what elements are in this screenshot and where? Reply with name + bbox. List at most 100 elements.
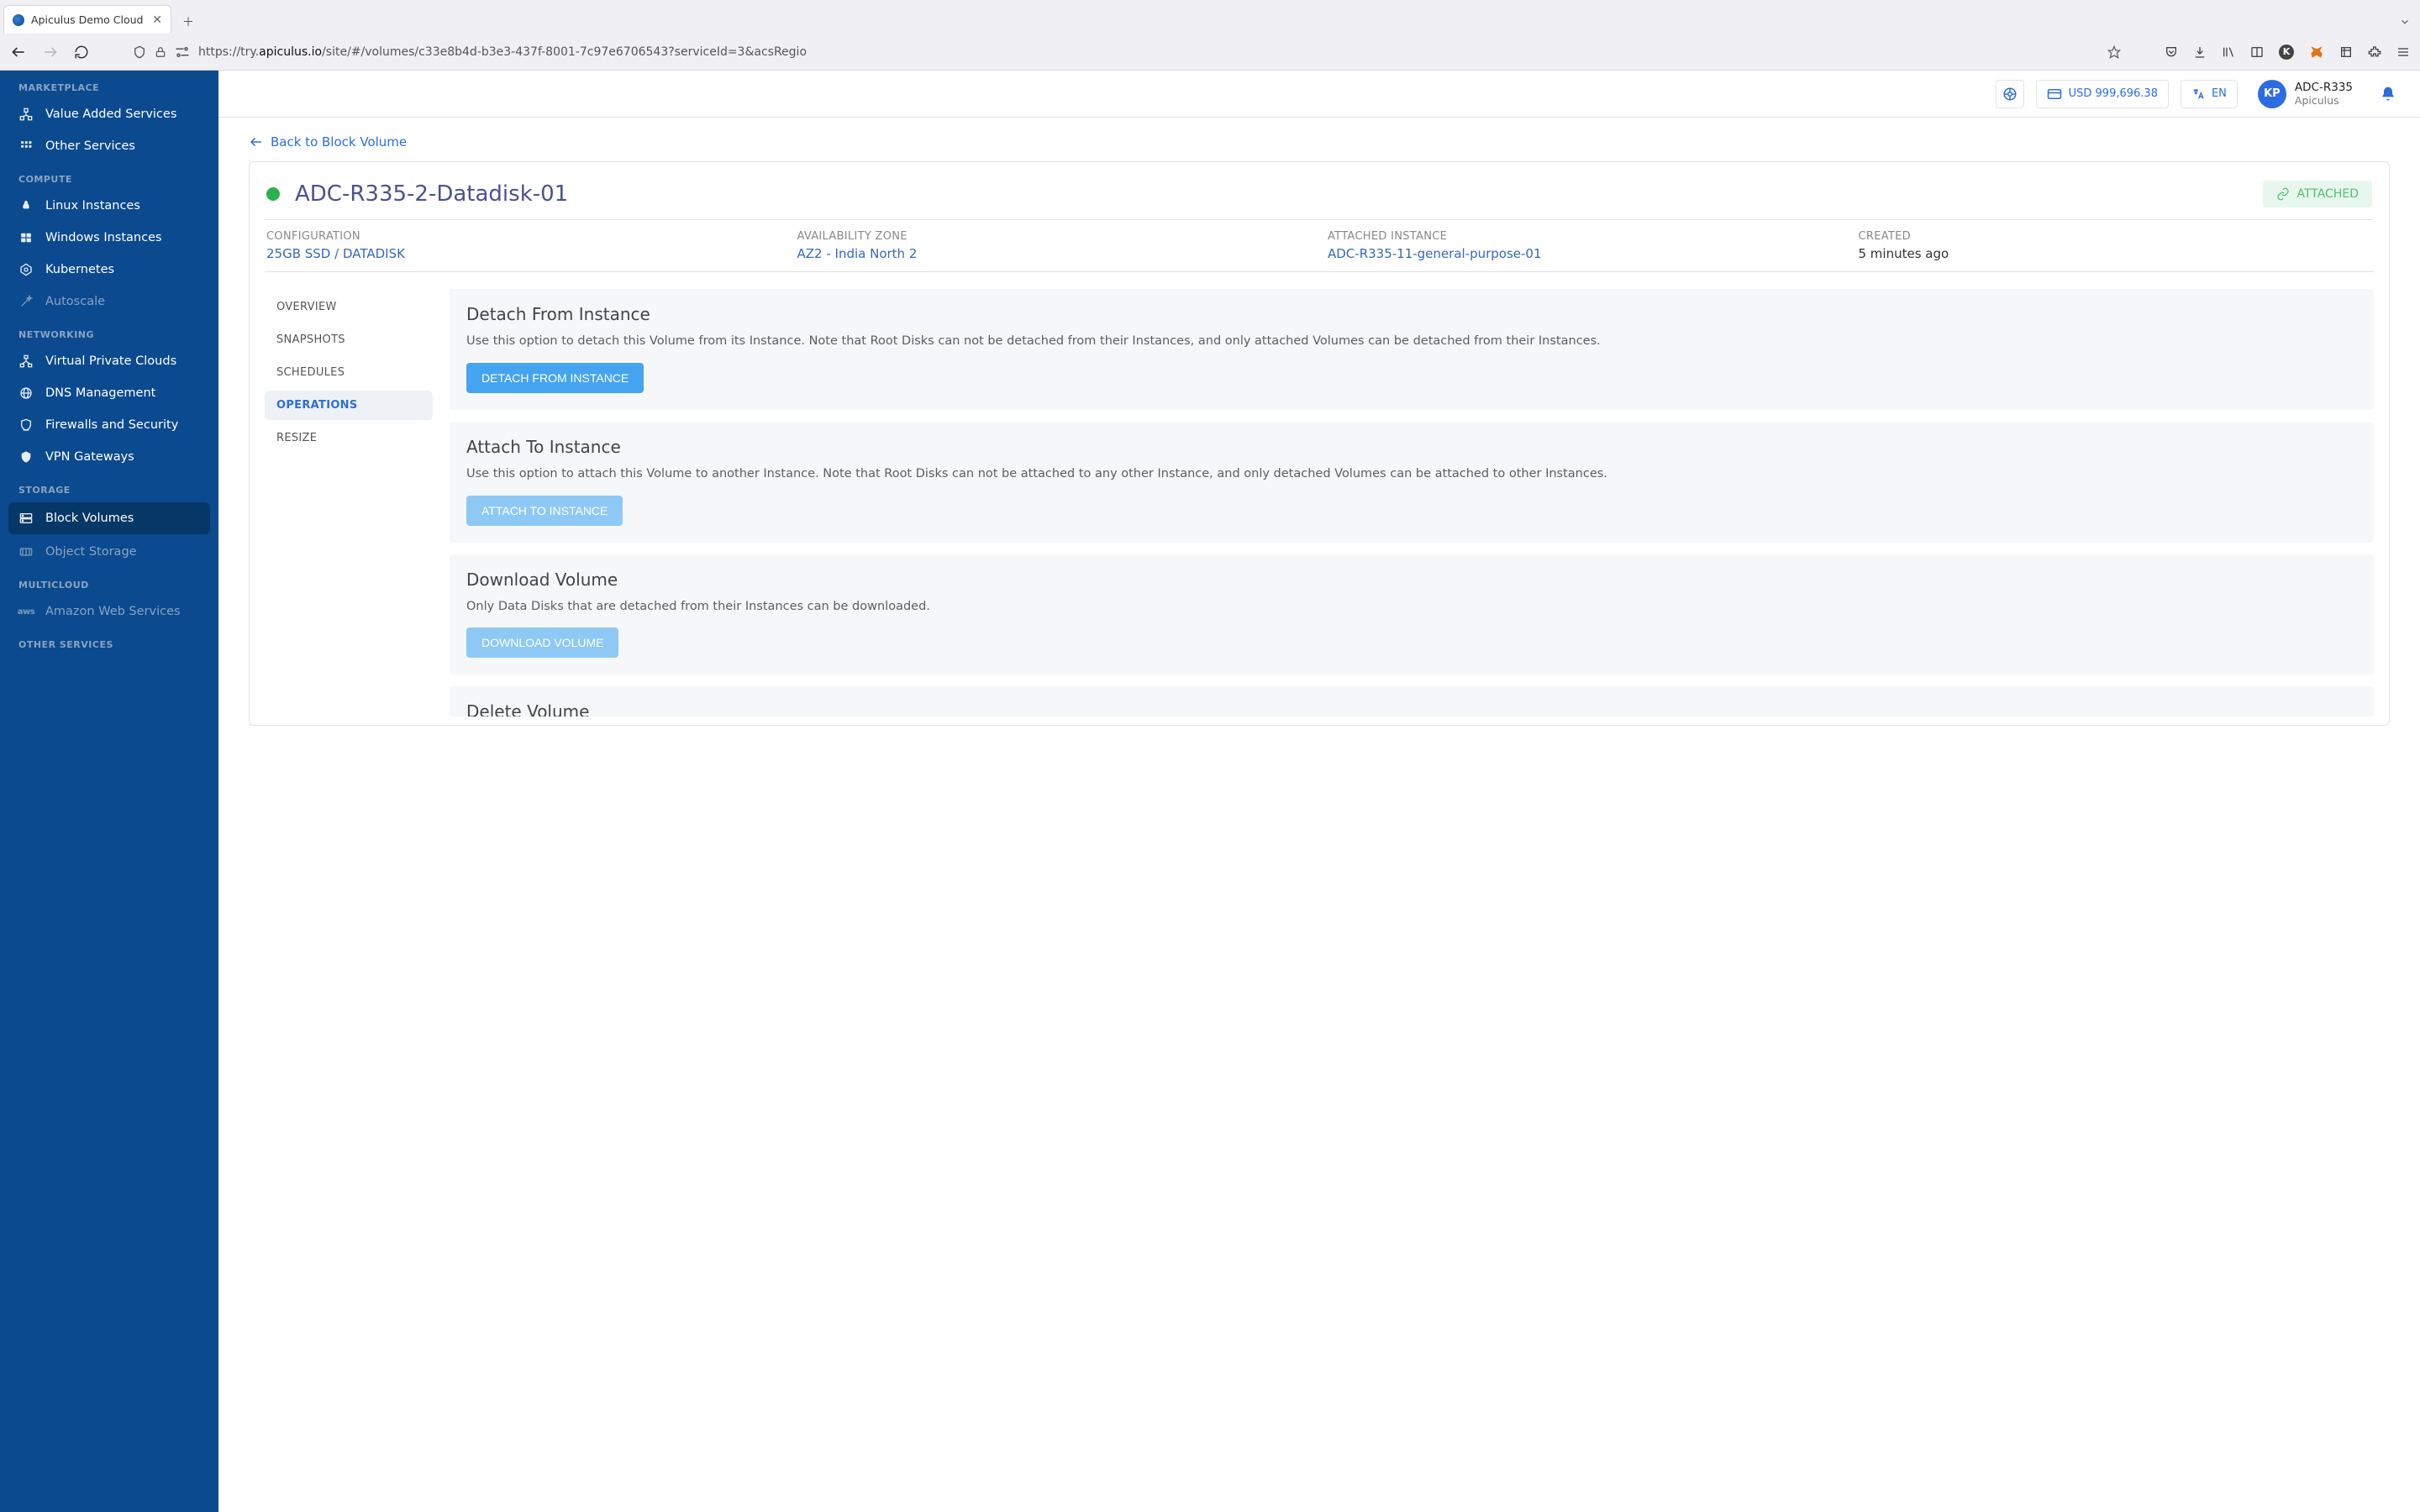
back-icon[interactable] bbox=[10, 44, 27, 60]
sidebar-item-label: Firewalls and Security bbox=[45, 418, 178, 432]
operation-description: Use this option to detach this Volume fr… bbox=[466, 333, 2357, 351]
subnav: OVERVIEW SNAPSHOTS SCHEDULES OPERATIONS RESI… bbox=[265, 289, 433, 717]
chevron-down-icon[interactable] bbox=[2393, 10, 2417, 34]
pocket-icon[interactable] bbox=[2165, 45, 2178, 59]
back-link-label: Back to Block Volume bbox=[271, 134, 407, 150]
lock-icon[interactable] bbox=[155, 46, 166, 58]
tab-title: Apiculus Demo Cloud bbox=[31, 13, 143, 26]
sidebar-heading: COMPUTE bbox=[0, 162, 218, 190]
net-icon bbox=[18, 354, 34, 368]
operations-list: Detach From Instance Use this option to d… bbox=[450, 289, 2374, 717]
subnav-overview[interactable]: OVERVIEW bbox=[265, 292, 433, 322]
sidebar-item-other-services[interactable]: Other Services bbox=[0, 130, 218, 162]
permissions-icon[interactable] bbox=[175, 46, 190, 58]
meta-value-az: AZ2 - India North 2 bbox=[797, 246, 1312, 261]
extension-k-icon[interactable]: K bbox=[2279, 45, 2294, 60]
sidebar-item-label: Linux Instances bbox=[45, 199, 140, 213]
sidebar-heading: STORAGE bbox=[0, 473, 218, 501]
block-icon bbox=[18, 512, 34, 524]
language-button[interactable]: EN bbox=[2181, 80, 2238, 108]
meta-label-config: CONFIGURATION bbox=[266, 230, 781, 243]
link-icon bbox=[2276, 187, 2290, 201]
topbar: USD 999,696.38 EN KP ADC-R335 Apiculus bbox=[218, 71, 2420, 118]
kube-icon bbox=[18, 263, 34, 276]
sidebar-item-virtual-private-clouds[interactable]: Virtual Private Clouds bbox=[0, 345, 218, 377]
browser-toolbar: https://try.apiculus.io/site/#/volumes/c… bbox=[0, 34, 2420, 71]
state-label: ATTACHED bbox=[2296, 187, 2359, 201]
url-bar[interactable]: https://try.apiculus.io/site/#/volumes/c… bbox=[133, 39, 2121, 66]
browser-tab[interactable]: Apiculus Demo Cloud ✕ bbox=[3, 5, 171, 34]
reload-icon[interactable] bbox=[74, 45, 89, 60]
download-icon[interactable] bbox=[2193, 45, 2207, 59]
balance-value: USD 999,696.38 bbox=[2069, 87, 2158, 100]
sidebar-item-amazon-web-services[interactable]: awsAmazon Web Services bbox=[0, 596, 218, 627]
meta-label-instance: ATTACHED INSTANCE bbox=[1328, 230, 1842, 243]
sidebar-item-windows-instances[interactable]: Windows Instances bbox=[0, 222, 218, 254]
sidebar-item-label: Other Services bbox=[45, 139, 135, 153]
object-icon bbox=[18, 546, 34, 558]
sidebar-item-value-added-services[interactable]: Value Added Services bbox=[0, 98, 218, 130]
favicon-icon bbox=[13, 14, 24, 26]
sidebar-item-kubernetes[interactable]: Kubernetes bbox=[0, 254, 218, 286]
gizmo-icon bbox=[18, 108, 34, 121]
avatar: KP bbox=[2258, 80, 2286, 108]
status-dot-icon bbox=[266, 187, 280, 201]
linux-icon bbox=[18, 199, 34, 213]
user-name: ADC-R335 bbox=[2295, 81, 2353, 94]
balance-button[interactable]: USD 999,696.38 bbox=[2036, 80, 2169, 108]
sidebar-item-label: Virtual Private Clouds bbox=[45, 354, 176, 368]
sidebar-item-label: Windows Instances bbox=[45, 231, 162, 244]
sidebar-item-label: VPN Gateways bbox=[45, 450, 134, 464]
meta-label-az: AVAILABILITY ZONE bbox=[797, 230, 1312, 243]
download-volume-button: DOWNLOAD VOLUME bbox=[466, 627, 618, 658]
address-text: https://try.apiculus.io/site/#/volumes/c… bbox=[198, 45, 2099, 59]
subnav-resize[interactable]: RESIZE bbox=[265, 423, 433, 453]
operation-title: Attach To Instance bbox=[466, 437, 2357, 457]
operation-description: Only Data Disks that are detached from t… bbox=[466, 598, 2357, 617]
extension-fox-icon[interactable] bbox=[2309, 45, 2324, 60]
user-menu[interactable]: KP ADC-R335 Apiculus bbox=[2258, 80, 2353, 108]
sidebar-item-linux-instances[interactable]: Linux Instances bbox=[0, 190, 218, 222]
sidebar-heading: MULTICLOUD bbox=[0, 568, 218, 596]
content: Back to Block Volume ADC-R335-2-Datadisk… bbox=[218, 118, 2420, 1512]
operation-card: Download VolumeOnly Data Disks that are … bbox=[450, 554, 2374, 675]
help-button[interactable] bbox=[1996, 80, 2024, 108]
state-badge: ATTACHED bbox=[2263, 181, 2372, 207]
operation-title: Detach From Instance bbox=[466, 304, 2357, 324]
sidebar-item-dns-management[interactable]: DNS Management bbox=[0, 377, 218, 409]
menu-icon[interactable] bbox=[2396, 45, 2410, 59]
sidebar-item-block-volumes[interactable]: Block Volumes bbox=[8, 502, 210, 534]
extension-crop-icon[interactable] bbox=[2339, 45, 2353, 59]
sidebar-item-label: Object Storage bbox=[45, 545, 137, 559]
subnav-operations[interactable]: OPERATIONS bbox=[265, 391, 433, 420]
new-tab-button[interactable]: ＋ bbox=[176, 10, 200, 34]
detach-from-instance-button[interactable]: DETACH FROM INSTANCE bbox=[466, 363, 644, 393]
notifications-icon[interactable] bbox=[2380, 86, 2396, 102]
back-link[interactable]: Back to Block Volume bbox=[249, 134, 407, 150]
sidebar: MARKETPLACEValue Added ServicesOther Ser… bbox=[0, 71, 218, 1512]
sidebar-item-label: Block Volumes bbox=[45, 512, 134, 525]
volume-panel: ADC-R335-2-Datadisk-01 ATTACHED CONFIGUR… bbox=[249, 161, 2390, 726]
sidebar-item-vpn-gateways[interactable]: VPN Gateways bbox=[0, 441, 218, 473]
volume-name: ADC-R335-2-Datadisk-01 bbox=[295, 181, 568, 207]
subnav-schedules[interactable]: SCHEDULES bbox=[265, 358, 433, 387]
shield-icon[interactable] bbox=[133, 45, 146, 59]
grid-icon bbox=[18, 140, 34, 152]
sidebar-item-firewalls-and-security[interactable]: Firewalls and Security bbox=[0, 409, 218, 441]
subnav-snapshots[interactable]: SNAPSHOTS bbox=[265, 325, 433, 354]
shield-icon bbox=[18, 418, 34, 432]
sidebar-heading: OTHER SERVICES bbox=[0, 627, 218, 655]
puzzle-icon[interactable] bbox=[2368, 45, 2381, 59]
sidebar-item-object-storage[interactable]: Object Storage bbox=[0, 536, 218, 568]
star-icon[interactable] bbox=[2107, 45, 2121, 59]
close-icon[interactable]: ✕ bbox=[152, 13, 162, 27]
reader-icon[interactable] bbox=[2250, 45, 2264, 59]
operation-card: Attach To InstanceUse this option to att… bbox=[450, 422, 2374, 543]
sidebar-item-label: Value Added Services bbox=[45, 108, 176, 121]
sidebar-item-label: Autoscale bbox=[45, 295, 105, 308]
attach-to-instance-button: ATTACH TO INSTANCE bbox=[466, 496, 623, 526]
vpn-icon bbox=[18, 450, 34, 464]
user-org: Apiculus bbox=[2295, 94, 2353, 107]
sidebar-item-autoscale[interactable]: Autoscale bbox=[0, 286, 218, 318]
library-icon[interactable] bbox=[2222, 45, 2235, 59]
